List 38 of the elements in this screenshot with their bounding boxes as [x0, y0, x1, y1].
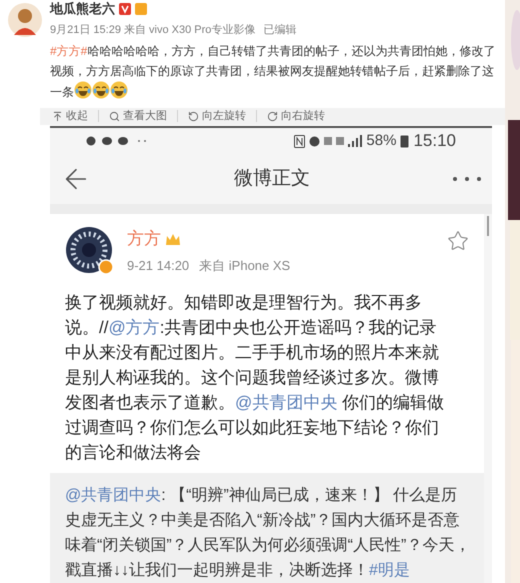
- level-badge-icon: [135, 3, 147, 15]
- verified-badge-icon: [119, 3, 131, 15]
- post-time: 9-21 14:20: [127, 256, 190, 274]
- crown-badge-icon: [165, 232, 181, 246]
- toolbar-button[interactable]: 收起: [52, 108, 88, 124]
- edited-label: 已编辑: [263, 23, 296, 38]
- nfc-icon: [294, 134, 306, 148]
- search-icon: [109, 110, 120, 122]
- post-meta: 9月21日 15:29 来自 vivo X30 Pro专业影像: [50, 23, 256, 38]
- rotate-right-icon: [267, 110, 278, 122]
- retweet-text: @共青团中央: 【“明辨”神仙局已成，速来！】 什么是历史虚无主义？中美是否陷入“新冷战”？国内大循环是否意味着“闭关锁国”？人民军队为何必须强调“人民性”？今天，戳直播↓↓让我们一起明辨是非，决断选择！#明是: [65, 486, 471, 581]
- toolbar-button[interactable]: 查看大图: [109, 108, 167, 124]
- collapse-icon: [52, 110, 63, 122]
- weibo-text: 换了视频就好。知错即改是理智行为。我不再多说。//@方方:共青团中央也公开造谣吗？我的记录中从来没有配过图片。二手手机市场的照片本来就是别人构诬我的。这个问题我曾经谈过多次。微博发图者也表示了道歉。@共青团中央 你们的编辑做过调查吗？你们怎么可以如此狂妄地下结论？你们的言论和做法将会: [65, 292, 445, 464]
- laughing-emoji-icon: [74, 81, 92, 99]
- author-name[interactable]: 地瓜熊老六: [50, 0, 115, 18]
- battery-icon: [400, 134, 410, 148]
- mention-link[interactable]: #明是: [369, 562, 410, 579]
- signal-icon: [348, 135, 362, 147]
- mention-link[interactable]: @共青团中央: [235, 393, 338, 412]
- clock: 15:10: [413, 130, 456, 152]
- hashtag-link[interactable]: #方方#: [50, 44, 88, 58]
- scrollbar: [487, 216, 489, 236]
- mention-link[interactable]: @方方: [108, 318, 160, 337]
- toolbar-button[interactable]: 向右旋转: [267, 108, 325, 124]
- page-title: 微博正文: [233, 166, 311, 191]
- rotate-left-icon: [188, 110, 199, 122]
- battery-percent: 58%: [366, 130, 396, 151]
- avatar-icon[interactable]: [65, 226, 115, 276]
- laughing-emoji-icon: [92, 81, 110, 99]
- laughing-emoji-icon: [110, 81, 128, 99]
- post-text: #方方#哈哈哈哈哈哈，方方，自己转错了共青团的帖子，还以为共青团怕她，修改了视频，方方居高临下的原谅了共青团，结果被网友提醒她转错帖子后，赶紧删除了这一条: [50, 43, 496, 101]
- toolbar-button[interactable]: 向左旋转: [188, 108, 246, 124]
- favorite-star-icon[interactable]: [447, 230, 469, 252]
- author-name[interactable]: 方方: [127, 226, 161, 252]
- more-icon[interactable]: [452, 176, 482, 182]
- post-source: 来自 iPhone XS: [199, 256, 290, 274]
- mention-link[interactable]: @共青团中央: [65, 487, 162, 504]
